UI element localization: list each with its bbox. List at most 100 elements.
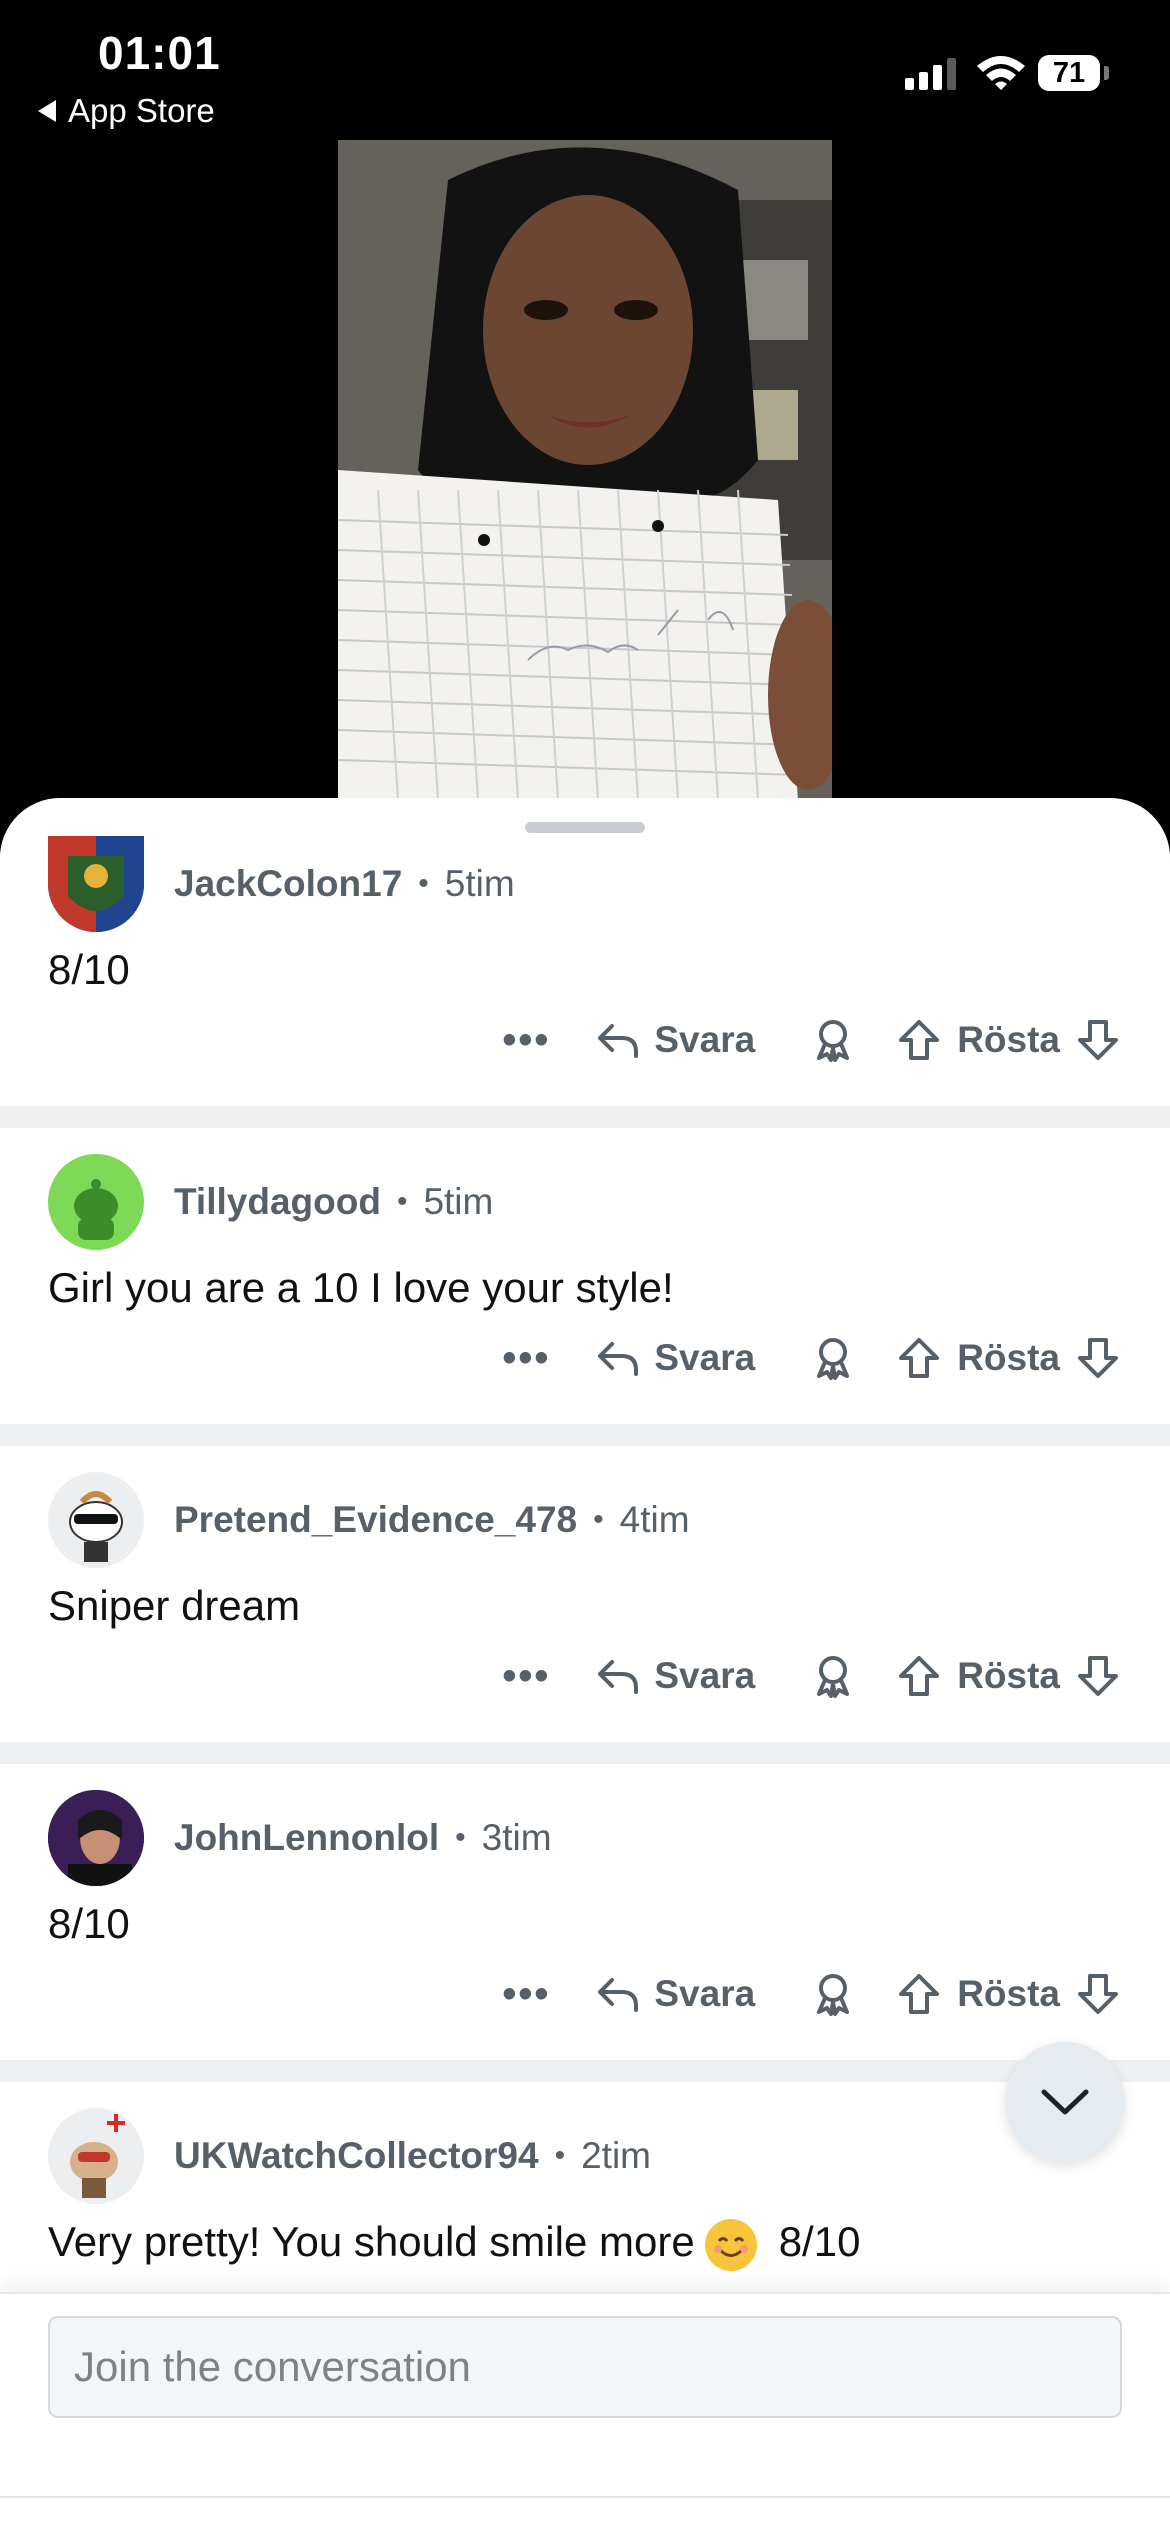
comment-header: JohnLennonlol • 3tim — [48, 1790, 552, 1886]
comment-username[interactable]: UKWatchCollector94 — [174, 2135, 539, 2177]
more-options-icon[interactable]: ••• — [502, 1018, 550, 1063]
downvote-icon[interactable] — [1076, 1972, 1120, 2016]
comment-age: 4tim — [619, 1499, 690, 1540]
vote-label: Rösta — [957, 1973, 1060, 2014]
avatar[interactable] — [48, 2108, 144, 2204]
wifi-icon — [977, 56, 1025, 90]
comment-age: 5tim — [444, 863, 515, 904]
award-icon — [817, 1338, 850, 1380]
comment-actions: ••• Svara Rösta — [502, 1966, 1120, 2022]
reply-button[interactable]: Svara — [596, 1019, 755, 1061]
upvote-icon[interactable] — [897, 1972, 941, 2016]
sheet-grabber[interactable] — [525, 822, 645, 833]
separator-dot: • — [455, 1821, 466, 1854]
comment-username[interactable]: JackColon17 — [174, 863, 402, 905]
comment-header: Tillydagood • 5tim — [48, 1154, 493, 1250]
post-media[interactable] — [338, 140, 832, 800]
battery-tip — [1104, 66, 1109, 80]
comment-header: UKWatchCollector94 • 2tim — [48, 2108, 651, 2204]
separator-dot: • — [593, 1503, 604, 1536]
comment-text-main: Very pretty! You should smile more — [48, 2218, 695, 2265]
award-button[interactable] — [811, 1972, 855, 2016]
upvote-icon[interactable] — [897, 1336, 941, 1380]
award-button[interactable] — [811, 1336, 855, 1380]
more-options-icon[interactable]: ••• — [502, 1972, 550, 2017]
comment: JackColon17 • 5tim 8/10 ••• Svara Rösta — [0, 836, 1170, 1086]
reply-icon — [598, 1024, 639, 1058]
comment-text-rating: 8/10 — [778, 2218, 861, 2265]
comment-age: 2tim — [581, 2135, 652, 2176]
more-options-icon[interactable]: ••• — [502, 1336, 550, 1381]
back-arrow-icon — [38, 100, 56, 122]
vote-control: Rösta — [897, 1972, 1120, 2016]
comment-divider — [0, 1106, 1170, 1128]
avatar[interactable] — [48, 836, 144, 932]
comment-actions: ••• Svara Rösta — [502, 1648, 1120, 1704]
award-button[interactable] — [811, 1018, 855, 1062]
award-icon — [817, 1020, 850, 1062]
upvote-icon[interactable] — [897, 1018, 941, 1062]
comment-composer — [0, 2292, 1170, 2532]
comment-actions: ••• Svara Rösta — [502, 1330, 1120, 1386]
join-conversation-input[interactable] — [48, 2316, 1122, 2418]
more-options-icon[interactable]: ••• — [502, 1654, 550, 1699]
comment-header: JackColon17 • 5tim — [48, 836, 515, 932]
smiling-face-emoji-icon — [704, 2218, 757, 2271]
cellular-signal-icon — [905, 56, 956, 90]
comment-divider — [0, 1424, 1170, 1446]
back-label: App Store — [68, 92, 215, 129]
reply-label: Svara — [654, 1655, 756, 1696]
battery-indicator: 71 — [1038, 55, 1100, 91]
comment-header: Pretend_Evidence_478 • 4tim — [48, 1472, 690, 1568]
comment-text: Girl you are a 10 I love your style! — [48, 1264, 674, 1311]
avatar[interactable] — [48, 1154, 144, 1250]
next-comment-button[interactable] — [1005, 2042, 1125, 2162]
avatar[interactable] — [48, 1472, 144, 1568]
downvote-icon[interactable] — [1076, 1654, 1120, 1698]
comment-actions: ••• Svara Rösta — [502, 1012, 1120, 1068]
award-icon — [817, 1656, 850, 1698]
reply-label: Svara — [654, 1337, 756, 1378]
composer-divider — [0, 2496, 1170, 2498]
reply-icon — [598, 1660, 639, 1694]
reply-button[interactable]: Svara — [596, 1337, 755, 1379]
comment: JohnLennonlol • 3tim 8/10 ••• Svara Röst… — [0, 1790, 1170, 2040]
comment: Tillydagood • 5tim Girl you are a 10 I l… — [0, 1154, 1170, 1404]
comment-text: Sniper dream — [48, 1582, 301, 1629]
comment-text: 8/10 — [48, 946, 130, 993]
vote-label: Rösta — [957, 1337, 1060, 1378]
award-button[interactable] — [811, 1654, 855, 1698]
comments-sheet[interactable]: JackColon17 • 5tim 8/10 ••• Svara Rösta — [0, 798, 1170, 2532]
back-to-app-store[interactable]: App Store — [38, 92, 215, 130]
reply-label: Svara — [654, 1973, 756, 2014]
downvote-icon[interactable] — [1076, 1018, 1120, 1062]
comment-username[interactable]: JohnLennonlol — [174, 1817, 439, 1859]
downvote-icon[interactable] — [1076, 1336, 1120, 1380]
comment-age: 3tim — [481, 1817, 552, 1858]
comment-username[interactable]: Tillydagood — [174, 1181, 381, 1223]
upvote-icon[interactable] — [897, 1654, 941, 1698]
award-icon — [817, 1974, 850, 2016]
comment: UKWatchCollector94 • 2tim Very pretty! Y… — [0, 2108, 1170, 2308]
vote-control: Rösta — [897, 1336, 1120, 1380]
comment: Pretend_Evidence_478 • 4tim Sniper dream… — [0, 1472, 1170, 1722]
comment-username[interactable]: Pretend_Evidence_478 — [174, 1499, 577, 1541]
reply-label: Svara — [654, 1019, 756, 1060]
reply-button[interactable]: Svara — [596, 1655, 755, 1697]
reply-button[interactable]: Svara — [596, 1973, 755, 2015]
avatar[interactable] — [48, 1790, 144, 1886]
comment-age: 5tim — [423, 1181, 494, 1222]
comment-text: 8/10 — [48, 1900, 130, 1947]
vote-control: Rösta — [897, 1654, 1120, 1698]
chevron-down-icon — [1041, 2089, 1089, 2115]
status-time: 01:01 — [98, 27, 221, 79]
separator-dot: • — [554, 2139, 566, 2172]
separator-dot: • — [396, 1185, 408, 1218]
vote-control: Rösta — [897, 1018, 1120, 1062]
comment-text: Very pretty! You should smile more 8/10 — [48, 2218, 860, 2271]
status-bar: 01:01 App Store 71 — [0, 0, 1170, 140]
reply-icon — [598, 1978, 639, 2012]
comment-divider — [0, 1742, 1170, 1764]
vote-label: Rösta — [957, 1019, 1060, 1060]
post-photo — [338, 140, 832, 800]
